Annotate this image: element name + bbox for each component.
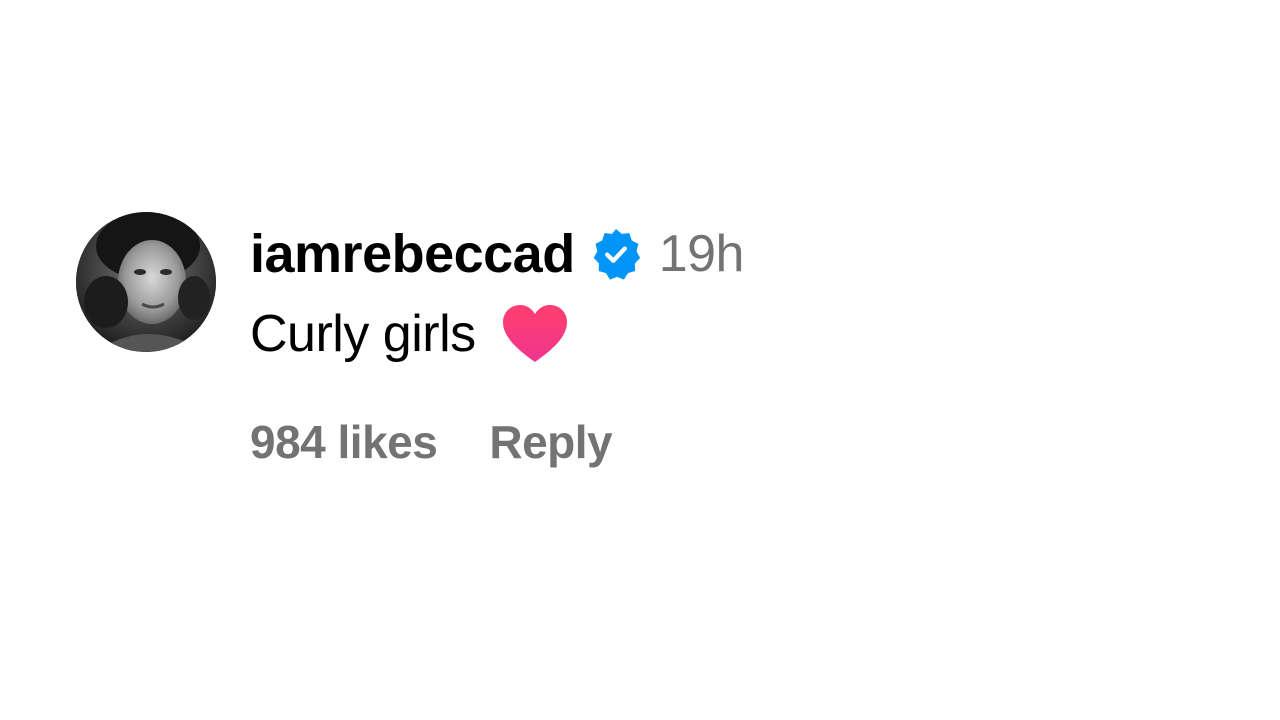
reply-button[interactable]: Reply [489,415,612,469]
likes-count[interactable]: 984 likes [250,415,438,469]
avatar[interactable] [76,212,216,352]
comment-actions: 984 likes Reply [250,412,613,472]
comment-time: 19h [658,225,745,283]
comment: iamrebeccad 19h Curly girls 984 likes Re… [76,212,976,472]
comment-text: Curly girls [250,305,476,363]
verified-badge-icon [589,227,643,281]
comment-content: Curly girls [250,302,568,366]
username[interactable]: iamrebeccad [250,223,575,285]
comment-header: iamrebeccad 19h [250,222,744,286]
heart-icon [502,304,568,364]
avatar-image [76,212,216,352]
